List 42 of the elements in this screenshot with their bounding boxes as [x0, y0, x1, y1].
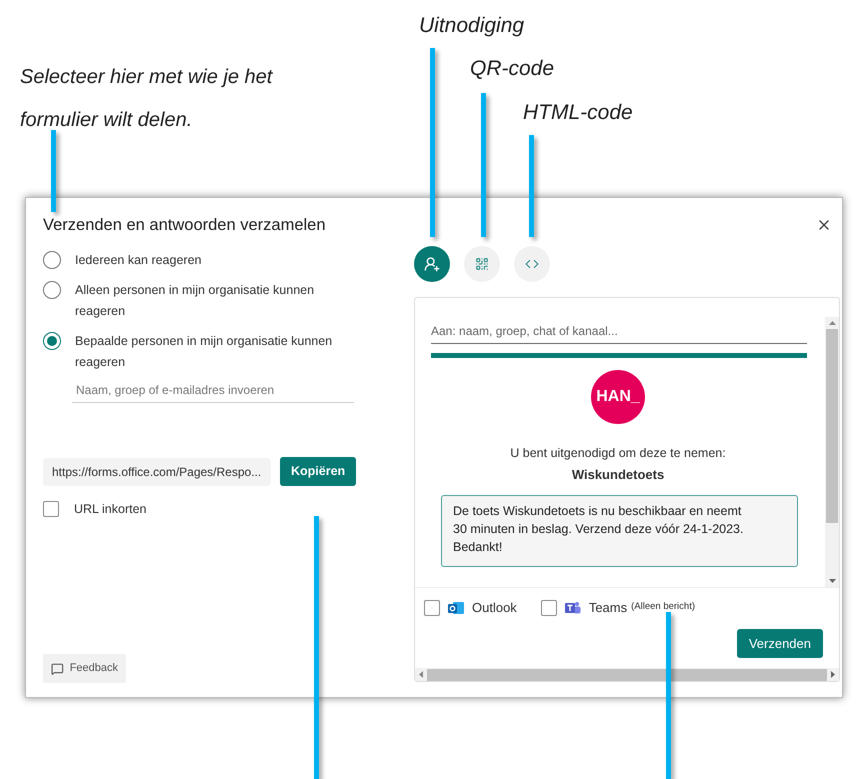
- people-input-field[interactable]: Naam, groep of e-mailadres invoeren: [72, 377, 354, 403]
- horizontal-scrollbar[interactable]: [415, 668, 839, 681]
- speech-bubble-icon: [51, 662, 64, 676]
- logo: HAN_: [591, 370, 645, 424]
- scroll-down-arrow-icon[interactable]: [828, 579, 836, 583]
- dialog-title: Verzenden en antwoorden verzamelen: [43, 215, 327, 236]
- link-field[interactable]: https://forms.office.com/Pages/Respo...: [43, 458, 271, 486]
- annotation-text: HTML-code: [523, 100, 633, 126]
- scroll-left-arrow-icon[interactable]: [419, 671, 423, 678]
- checkbox[interactable]: [43, 501, 59, 518]
- feedback-button[interactable]: Feedback: [43, 654, 126, 683]
- radio-button[interactable]: [43, 251, 61, 269]
- share-tab[interactable]: [464, 246, 500, 282]
- message-field[interactable]: De toets Wiskundetoets is nu beschikbaar en neemt 30 minuten in beslag. Verzend deze vóór 24-1-2023. Bedankt!: [441, 495, 798, 568]
- form-title: Wiskundetoets: [572, 466, 664, 484]
- recipient-input-field[interactable]: Aan: naam, groep, chat of kanaal...: [431, 318, 807, 344]
- radio-button[interactable]: [43, 332, 61, 350]
- code-icon: [525, 257, 539, 271]
- checkbox[interactable]: [540, 600, 557, 616]
- invitation-text: U bent uitgenodigd om deze te nemen:: [510, 445, 726, 462]
- person-add-icon: [424, 256, 440, 272]
- annotation-text: Uitnodiging: [419, 13, 524, 39]
- chat-app-icon: [564, 600, 581, 616]
- radio-button[interactable]: [43, 281, 61, 299]
- copy-button[interactable]: Kopiëren: [280, 457, 356, 486]
- annotation-text: Selecteer hier met wie je het formulier wilt delen.: [20, 65, 274, 133]
- checkbox-label: URL inkorten: [74, 501, 146, 518]
- radio-label: Iedereen kan reageren: [75, 252, 202, 269]
- qr-code-icon: [475, 257, 489, 271]
- checkbox[interactable]: [424, 600, 440, 616]
- share-tab[interactable]: [414, 246, 450, 282]
- channel-label: Outlook: [472, 598, 517, 617]
- radio-label: Bepaalde personen in mijn organisatie kunnen reageren: [75, 333, 334, 371]
- vertical-scrollbar[interactable]: [825, 317, 839, 587]
- channel-note: (Alleen bericht): [631, 600, 695, 614]
- channel-label: Teams: [588, 598, 628, 617]
- scroll-right-arrow-icon[interactable]: [831, 671, 835, 678]
- mail-app-icon: [448, 600, 464, 616]
- annotation-text: QR-code: [470, 56, 554, 82]
- send-button[interactable]: Verzenden: [736, 629, 823, 658]
- radio-label: Alleen personen in mijn organisatie kunnen reageren: [75, 282, 316, 320]
- scroll-up-arrow-icon[interactable]: [828, 321, 836, 325]
